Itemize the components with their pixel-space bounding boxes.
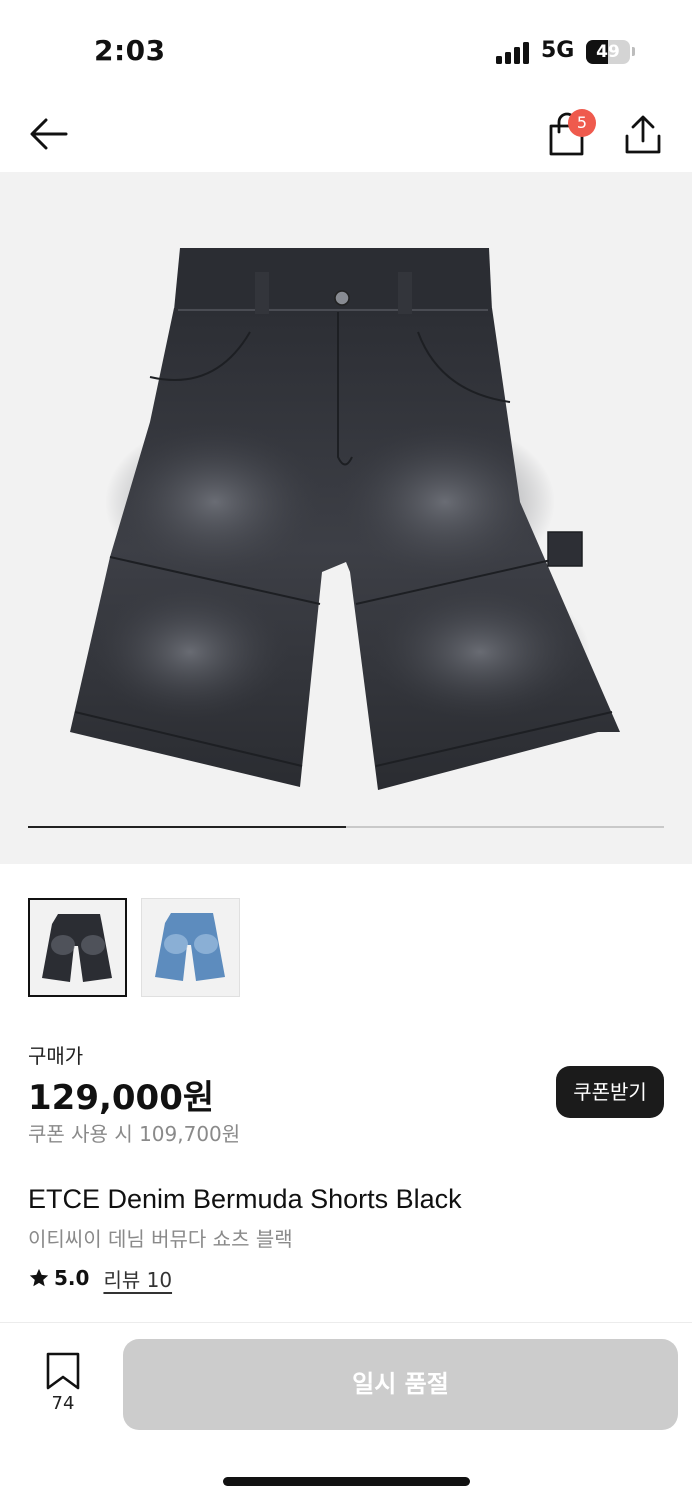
battery-tip: [632, 47, 635, 56]
battery-icon: 49: [586, 40, 630, 64]
gallery-progress-fill: [28, 826, 346, 828]
back-button[interactable]: [26, 112, 72, 156]
thumbnail-blue[interactable]: [141, 898, 240, 997]
get-coupon-button[interactable]: 쿠폰받기: [556, 1066, 664, 1118]
review-link[interactable]: 리뷰 10: [103, 1264, 172, 1293]
home-indicator: [223, 1477, 470, 1486]
thumbnail-black[interactable]: [28, 898, 127, 997]
thumbnail-blue-image: [155, 913, 225, 981]
rating-row: 5.0 리뷰 10: [28, 1263, 172, 1293]
rating-value: 5.0: [54, 1266, 90, 1290]
cart-badge: 5: [568, 109, 596, 137]
battery-level: 49: [596, 42, 620, 62]
coupon-price: 쿠폰 사용 시 109,700원: [28, 1122, 241, 1146]
product-image: [70, 248, 620, 790]
bookmark-icon: [46, 1352, 80, 1390]
price-label: 구매가: [28, 1044, 84, 1068]
bookmark-count: 74: [51, 1393, 75, 1414]
price-amount: 129,000원: [28, 1078, 215, 1118]
product-image-carousel[interactable]: [0, 172, 692, 864]
thumbnail-black-image: [42, 914, 112, 982]
star-icon: [29, 1268, 49, 1287]
bottom-action-bar: 74 일시 품절: [0, 1322, 692, 1500]
share-upload-icon: [625, 115, 661, 154]
network-label: 5G: [541, 38, 575, 63]
product-title-ko: 이티씨이 데님 버뮤다 쇼츠 블랙: [28, 1227, 293, 1251]
signal-icon: [496, 42, 532, 64]
product-title-en: ETCE Denim Bermuda Shorts Black: [28, 1184, 462, 1214]
status-bar: 2:03 5G 49: [0, 0, 692, 100]
sold-out-button[interactable]: 일시 품절: [123, 1339, 678, 1430]
share-button[interactable]: [622, 114, 664, 156]
status-time: 2:03: [94, 34, 166, 67]
gallery-progress-track: [28, 826, 664, 828]
arrow-left-icon: [30, 118, 68, 150]
